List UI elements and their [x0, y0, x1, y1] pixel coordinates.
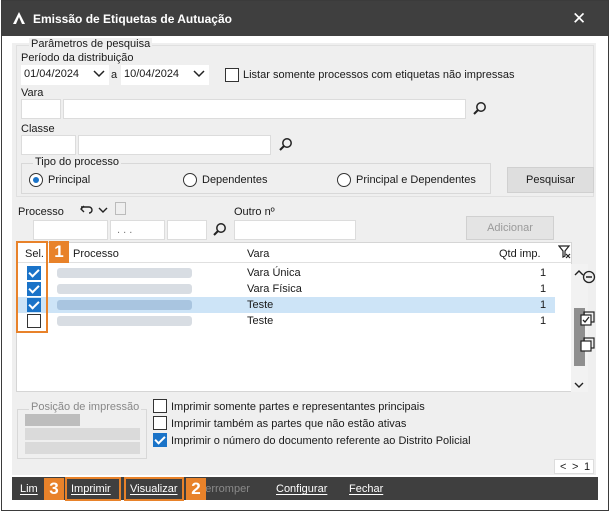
callout-badge-3: 3: [44, 478, 64, 500]
vara-label: Vara: [21, 87, 44, 99]
row-qtd: 1: [540, 283, 547, 295]
date-to-value: 10/04/2024: [124, 68, 180, 80]
radio-dependentes[interactable]: [183, 173, 197, 187]
option-district-doc-checkbox[interactable]: [153, 433, 167, 447]
row-qtd: 1: [540, 315, 547, 327]
col-vara[interactable]: Vara: [247, 248, 269, 260]
processo-part2-input[interactable]: . . .: [110, 220, 165, 240]
pager-next[interactable]: >: [572, 461, 578, 473]
option-inactive-parties-checkbox[interactable]: [153, 416, 167, 430]
processo-mask: . . .: [117, 224, 133, 236]
processo-part1-input[interactable]: [33, 220, 108, 240]
search-button[interactable]: Pesquisar: [507, 167, 594, 193]
print-position-label: Posição de impressão: [29, 401, 142, 413]
date-to-field[interactable]: 10/04/2024: [121, 65, 209, 85]
search-icon[interactable]: [472, 101, 488, 120]
option-inactive-parties-label: Imprimir também as partes que não estão …: [171, 418, 407, 430]
print-position-cell[interactable]: [25, 428, 140, 440]
period-label: Período da distribuição: [21, 52, 134, 64]
callout-box-imprimir: [65, 477, 121, 501]
col-qtd[interactable]: Qtd imp.: [499, 248, 541, 260]
pager-prev[interactable]: <: [560, 461, 566, 473]
redacted-process-number: [57, 268, 192, 278]
close-icon[interactable]: ✕: [572, 9, 586, 29]
only-unprinted-label: Listar somente processos com etiquetas n…: [243, 69, 515, 81]
option-main-parties-checkbox[interactable]: [153, 399, 167, 413]
row-qtd: 1: [540, 299, 547, 311]
search-params-label: Parâmetros de pesquisa: [29, 38, 153, 50]
redacted-process-number: [57, 284, 192, 294]
callout-box-select: [16, 241, 48, 333]
classe-name-input[interactable]: [78, 135, 271, 155]
search-icon[interactable]: [278, 137, 294, 156]
table-row[interactable]: Teste 1: [17, 313, 555, 329]
search-icon[interactable]: [212, 222, 228, 241]
undo-icon[interactable]: [80, 203, 94, 218]
option-main-parties-label: Imprimir somente partes e representantes…: [171, 401, 425, 413]
pager: < > 1: [554, 459, 594, 474]
outro-numero-input[interactable]: [234, 220, 356, 240]
row-vara: Teste: [247, 315, 274, 327]
grid-header: Sel. Processo Vara Qtd imp.: [17, 243, 571, 263]
only-unprinted-checkbox[interactable]: [225, 68, 239, 82]
date-separator: a: [111, 69, 118, 81]
processo-label: Processo: [18, 206, 64, 218]
row-vara: Vara Única: [247, 267, 301, 279]
tipo-processo-label: Tipo do processo: [33, 156, 121, 168]
window-title: Emissão de Etiquetas de Autuação: [33, 12, 232, 26]
configurar-button[interactable]: Configurar: [276, 483, 327, 495]
document-icon[interactable]: [115, 202, 126, 215]
add-button[interactable]: Adicionar: [466, 216, 554, 240]
print-position-cell[interactable]: [25, 414, 80, 426]
processo-part3-input[interactable]: [167, 220, 207, 240]
chevron-down-icon[interactable]: [98, 205, 108, 217]
app-logo-icon: [12, 11, 26, 28]
row-vara: Vara Física: [247, 283, 302, 295]
radio-principal-dependentes-label: Principal e Dependentes: [356, 174, 476, 186]
callout-box-visualizar: [124, 477, 184, 501]
row-qtd: 1: [540, 267, 547, 279]
limpar-button[interactable]: Lim: [20, 483, 38, 495]
classe-label: Classe: [21, 123, 55, 135]
vara-code-input[interactable]: [21, 99, 61, 119]
uncheck-all-icon[interactable]: [580, 337, 596, 356]
option-district-doc-label: Imprimir o número do documento referente…: [171, 435, 471, 447]
vara-name-input[interactable]: [63, 99, 466, 119]
table-row[interactable]: Vara Única 1: [17, 265, 555, 281]
date-from-field[interactable]: 01/04/2024: [21, 65, 109, 85]
redacted-process-number: [57, 316, 192, 326]
filter-icon[interactable]: [557, 245, 571, 262]
table-row[interactable]: Vara Física 1: [17, 281, 555, 297]
fechar-button[interactable]: Fechar: [349, 483, 383, 495]
date-from-value: 01/04/2024: [24, 68, 80, 80]
table-row[interactable]: Teste 1: [17, 297, 555, 313]
redacted-process-number: [57, 300, 192, 310]
title-bar: Emissão de Etiquetas de Autuação ✕: [2, 1, 608, 36]
outro-numero-label: Outro nº: [234, 206, 275, 218]
classe-code-input[interactable]: [21, 135, 76, 155]
radio-principal-label: Principal: [48, 174, 91, 186]
chevron-down-icon[interactable]: [93, 67, 105, 82]
check-all-icon[interactable]: [580, 311, 596, 330]
process-grid: Sel. Processo Vara Qtd imp. Vara Única 1…: [16, 242, 588, 392]
col-processo[interactable]: Processo: [73, 248, 119, 260]
remove-icon[interactable]: [582, 270, 596, 287]
radio-dependentes-label: Dependentes: [202, 174, 268, 186]
chevron-down-icon[interactable]: [193, 67, 205, 82]
chevron-down-icon[interactable]: [574, 380, 584, 392]
callout-badge-2: 2: [186, 478, 206, 500]
radio-principal-dependentes[interactable]: [337, 173, 351, 187]
row-vara: Teste: [247, 299, 274, 311]
print-position-cell[interactable]: [25, 442, 140, 454]
callout-badge-1: 1: [49, 241, 69, 263]
radio-principal[interactable]: [29, 173, 43, 187]
pager-page: 1: [584, 461, 591, 473]
